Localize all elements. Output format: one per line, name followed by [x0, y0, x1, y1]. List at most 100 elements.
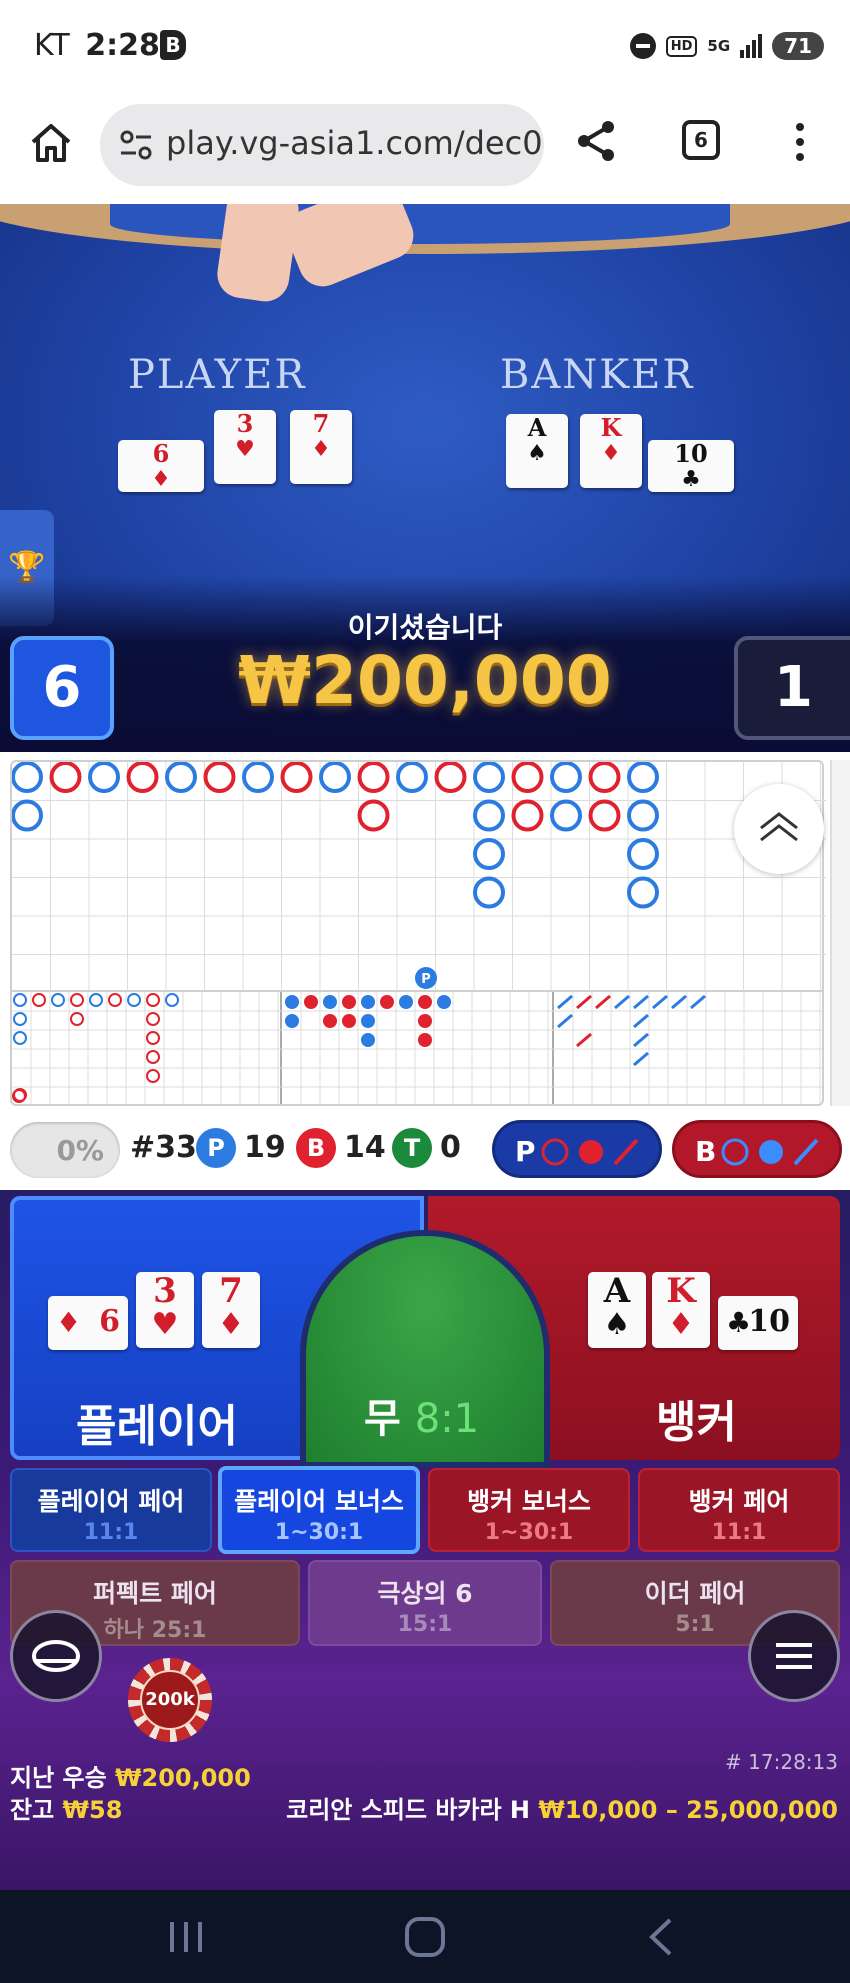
big-eye-mark [108, 993, 122, 1007]
chat-icon [32, 1640, 80, 1672]
card-suit: ♥ [235, 436, 255, 462]
tab-switcher-button[interactable]: 6 [682, 120, 720, 160]
predict-icons [721, 1138, 819, 1166]
menu-button[interactable] [748, 1610, 840, 1702]
player-pair-bet[interactable]: 플레이어 페어 11:1 [10, 1468, 212, 1552]
bet-limits: ₩10,000 – 25,000,000 [538, 1796, 838, 1824]
side-bet-odds: 1~30:1 [274, 1520, 364, 1545]
recent-apps-icon[interactable] [166, 1914, 206, 1960]
screen: { "status_bar": { "carrier": "KT", "time… [0, 0, 850, 1983]
small-road-mark [361, 1033, 375, 1047]
network-type-icon: 5G [707, 37, 731, 55]
predict-icons [541, 1138, 639, 1166]
banker-count-badge: B [296, 1128, 336, 1168]
player-win-mark [88, 761, 120, 793]
share-icon[interactable] [574, 118, 620, 164]
small-road-mark [304, 995, 318, 1009]
player-card: 6 ♦ [118, 440, 204, 492]
small-road-mark [380, 995, 394, 1009]
dealer-hand [214, 204, 302, 305]
player-predict-label: P [515, 1135, 536, 1168]
table-name: 코리안 스피드 바카라 H [286, 1796, 531, 1824]
percent-value: 0% [56, 1134, 104, 1167]
small-road-mark [323, 995, 337, 1009]
bonus-bet-odds: 15:1 [397, 1612, 453, 1637]
back-icon[interactable] [646, 1914, 676, 1960]
menu-icon [776, 1643, 812, 1669]
address-bar[interactable]: play.vg-asia1.com/dec08 [100, 104, 544, 186]
cockroach-mark [690, 994, 706, 1010]
bigroad-marker-label: P [421, 972, 431, 987]
site-settings-icon[interactable] [118, 128, 154, 162]
banker-win-mark [203, 761, 236, 793]
banker-predict-button[interactable]: B [672, 1120, 842, 1178]
big-road-grid: P [11, 761, 826, 992]
card-suit: ♦ [151, 466, 171, 492]
player-win-mark [165, 761, 197, 793]
player-win-mark [627, 761, 659, 793]
player-count-badge: P [196, 1128, 236, 1168]
banker-win-mark [511, 799, 544, 832]
percent-toggle[interactable]: 0% [10, 1122, 120, 1178]
banker-pair-bet[interactable]: 뱅커 페어 11:1 [638, 1468, 840, 1552]
banker-win-mark [357, 799, 390, 832]
tie-bet-spot[interactable]: 무 8:1 [300, 1230, 550, 1468]
last-win: 지난 우승 ₩200,000 [10, 1758, 251, 1793]
player-win-mark [319, 761, 351, 793]
chat-button[interactable] [10, 1610, 102, 1702]
player-win-mark [627, 838, 659, 870]
big-eye-mark [51, 993, 65, 1007]
small-road-mark [342, 995, 356, 1009]
player-card: 7 ♦ [290, 410, 352, 484]
card-suit: ♣ [681, 466, 701, 492]
bonus-bet-label: 이더 페어 [644, 1579, 746, 1608]
card-suit: ♥ [151, 1307, 179, 1342]
card-rank: 7 [312, 409, 330, 438]
player-result-card: 3 ♥ [136, 1272, 194, 1348]
cockroach-mark [557, 1013, 573, 1029]
banker-score: 1 [734, 636, 850, 740]
big-eye-mark [89, 993, 103, 1007]
cockroach-mark [614, 994, 630, 1010]
status-carrier-time: KT 2:28 [34, 28, 160, 63]
card-rank: A [603, 1271, 631, 1311]
player-predict-button[interactable]: P [492, 1120, 662, 1178]
card-rank: 3 [236, 409, 254, 438]
player-win-mark [627, 799, 659, 832]
cockroach-road [554, 992, 822, 1104]
url-text: play.vg-asia1.com/dec08 [166, 124, 544, 162]
tie-odds: 8:1 [414, 1396, 480, 1442]
player-bonus-bet[interactable]: 플레이어 보너스 1~30:1 [218, 1466, 420, 1554]
big-eye-mark [146, 1031, 160, 1045]
side-bet-odds: 1~30:1 [484, 1520, 574, 1545]
tie-bet-label: 무 [364, 1396, 401, 1442]
small-road-mark [418, 1033, 432, 1047]
side-bet-label: 뱅커 보너스 [467, 1487, 591, 1516]
cockroach-mark [633, 1013, 649, 1029]
card-rank: 10 [674, 439, 708, 468]
card-rank: 7 [219, 1271, 243, 1311]
home-icon[interactable] [28, 120, 74, 166]
banker-win-mark [511, 761, 544, 793]
big-eye-mark [13, 1012, 27, 1026]
cockroach-mark [652, 994, 668, 1010]
balance-amount: ₩58 [62, 1796, 123, 1824]
bonus-bet-label: 퍼펙트 페어 [93, 1579, 217, 1608]
side-bet-odds: 11:1 [83, 1520, 139, 1545]
big-eye-mark [146, 1050, 160, 1064]
small-road-mark [399, 995, 413, 1009]
round-number: #33 [130, 1130, 197, 1165]
banker-result-card: K ♦ [652, 1272, 710, 1348]
last-win-label: 지난 우승 [10, 1764, 107, 1792]
player-win-mark [473, 761, 505, 793]
table-info: 코리안 스피드 바카라 H ₩10,000 – 25,000,000 [286, 1790, 838, 1825]
home-nav-icon[interactable] [402, 1914, 448, 1960]
collapse-roadmap-button[interactable] [734, 784, 824, 874]
small-road-mark [361, 995, 375, 1009]
banker-bonus-bet[interactable]: 뱅커 보너스 1~30:1 [428, 1468, 630, 1552]
card-suit: ♣ [726, 1306, 752, 1339]
selected-chip[interactable]: 200k [128, 1658, 212, 1742]
tie-bet-text: 무 8:1 [364, 1386, 479, 1444]
super-six-bet[interactable]: 극상의 6 15:1 [308, 1560, 542, 1646]
more-options-icon[interactable] [790, 120, 810, 166]
